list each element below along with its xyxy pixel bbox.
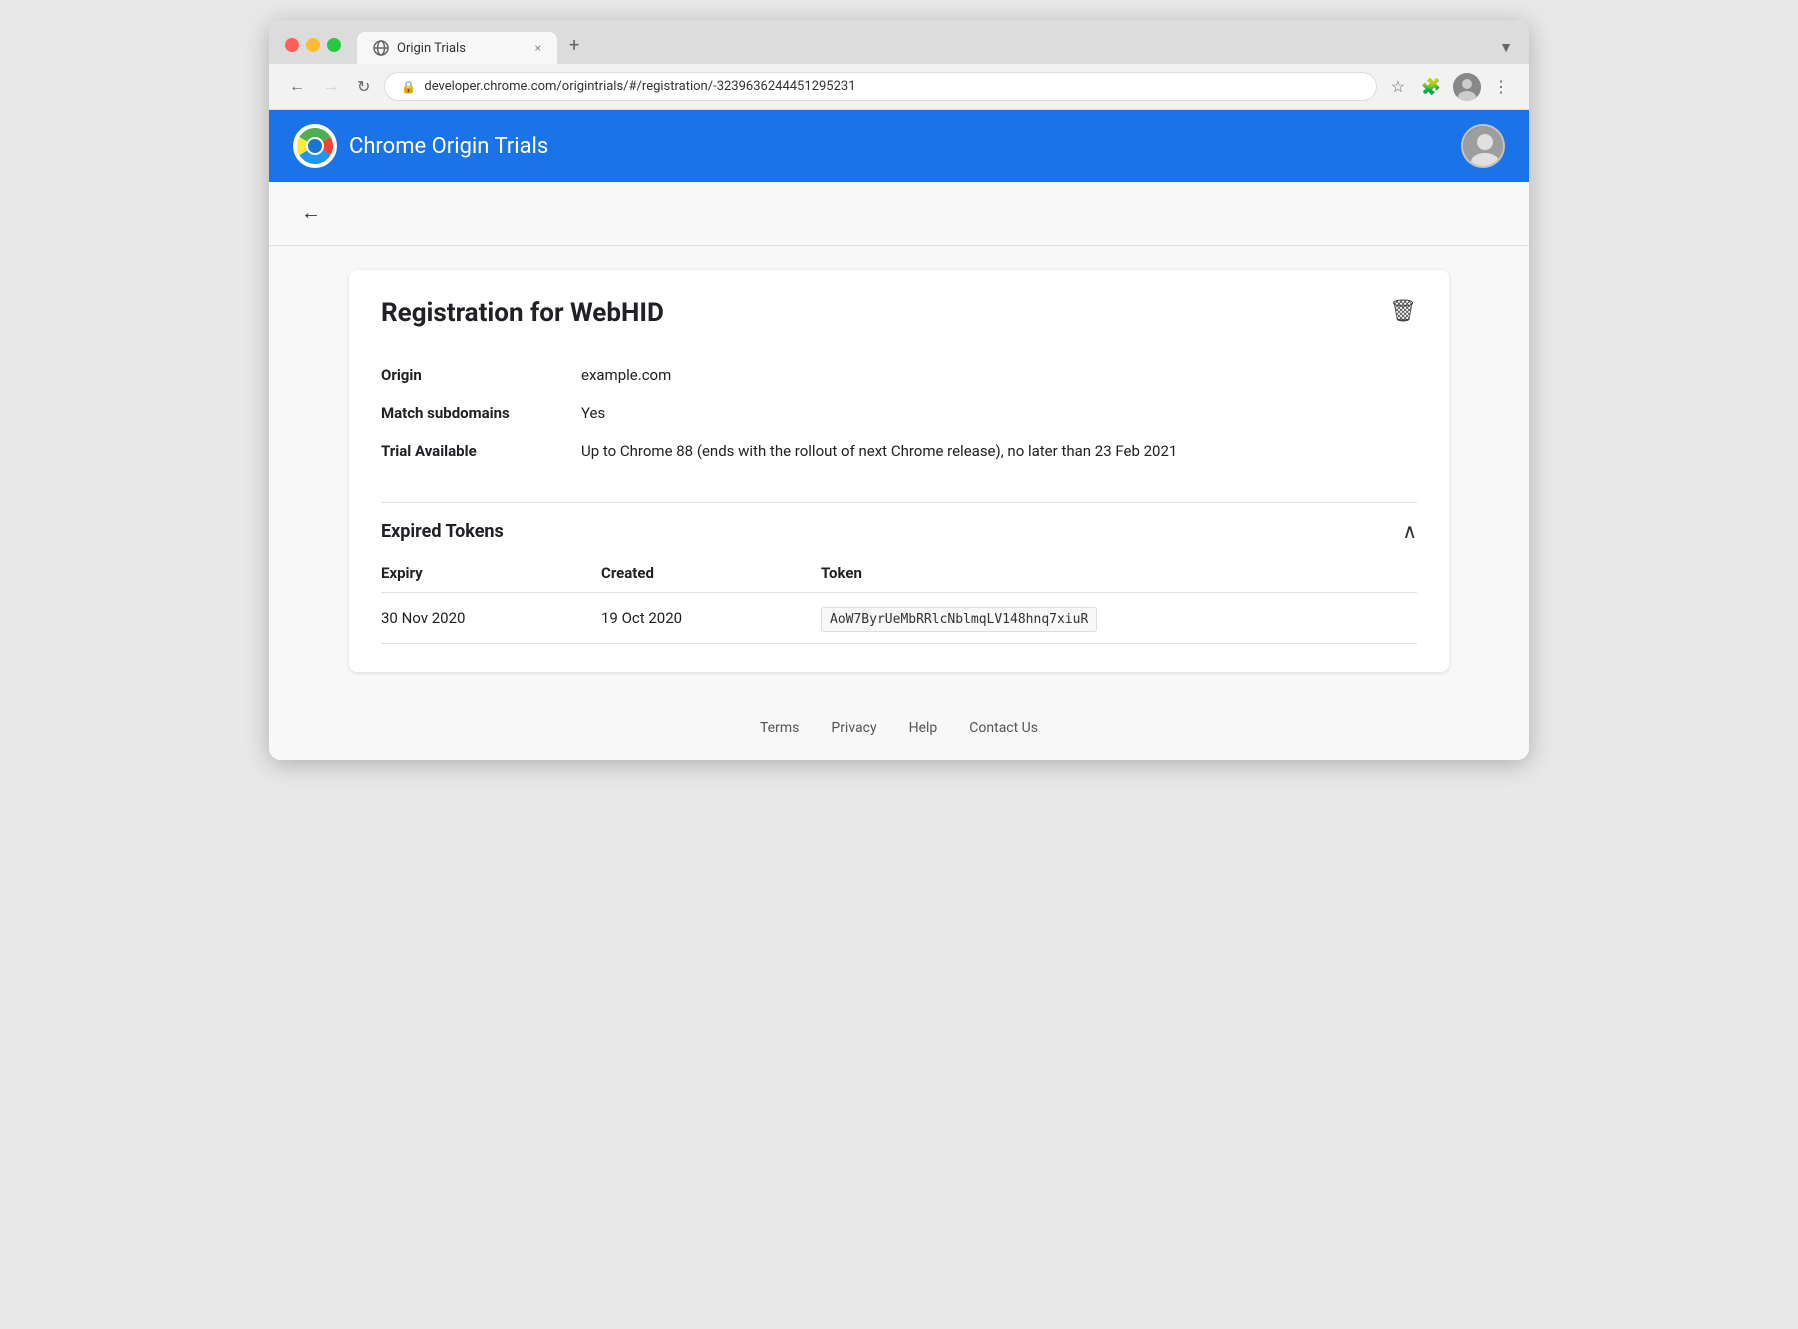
tab-title: Origin Trials bbox=[397, 41, 466, 56]
origin-label: Origin bbox=[381, 366, 581, 384]
tokens-table-header: Expiry Created Token bbox=[381, 564, 1417, 593]
match-subdomains-row: Match subdomains Yes bbox=[381, 394, 1417, 432]
card-header: Registration for WebHID 🗑 bbox=[381, 298, 1417, 328]
tab-globe-icon bbox=[373, 40, 389, 56]
tab-close-button[interactable]: × bbox=[535, 41, 541, 55]
expired-tokens-section-header: Expired Tokens ∧ bbox=[381, 502, 1417, 560]
bookmark-button[interactable]: ☆ bbox=[1387, 73, 1409, 101]
expiry-cell: 30 Nov 2020 bbox=[381, 609, 601, 627]
lock-icon: 🔒 bbox=[401, 80, 416, 94]
user-avatar-header[interactable] bbox=[1461, 124, 1505, 168]
terms-link[interactable]: Terms bbox=[760, 720, 799, 736]
delete-button[interactable]: 🗑 bbox=[1389, 298, 1417, 324]
address-bar: ← → ↻ 🔒 developer.chrome.com/origintrial… bbox=[269, 64, 1529, 110]
created-cell: 19 Oct 2020 bbox=[601, 609, 821, 627]
traffic-lights bbox=[285, 38, 349, 64]
chrome-logo-icon bbox=[293, 124, 337, 168]
reload-button[interactable]: ↻ bbox=[353, 73, 374, 101]
token-value[interactable]: AoW7ByrUeMbRRlcNblmqLV148hnq7xiuR bbox=[821, 607, 1097, 632]
card-title: Registration for WebHID bbox=[381, 298, 664, 328]
chrome-header-title: Chrome Origin Trials bbox=[349, 134, 548, 159]
origin-row: Origin example.com bbox=[381, 356, 1417, 394]
user-avatar-small[interactable] bbox=[1453, 73, 1481, 101]
page-content: ← Registration for WebHID 🗑 Origin examp… bbox=[269, 182, 1529, 760]
info-table: Origin example.com Match subdomains Yes … bbox=[381, 356, 1417, 470]
user-profile-icon bbox=[1463, 126, 1505, 168]
extensions-button[interactable]: 🧩 bbox=[1417, 73, 1445, 101]
browser-window: Origin Trials × + ▼ ← → ↻ 🔒 developer.ch… bbox=[269, 20, 1529, 760]
match-subdomains-label: Match subdomains bbox=[381, 404, 581, 422]
contact-us-link[interactable]: Contact Us bbox=[969, 720, 1038, 736]
new-tab-button[interactable]: + bbox=[565, 35, 579, 64]
address-actions: ☆ 🧩 ⋮ bbox=[1387, 73, 1513, 101]
minimize-traffic-light[interactable] bbox=[306, 38, 320, 52]
address-input[interactable]: 🔒 developer.chrome.com/origintrials/#/re… bbox=[384, 72, 1376, 101]
page-back-button[interactable]: ← bbox=[293, 198, 329, 229]
trial-available-label: Trial Available bbox=[381, 442, 581, 460]
maximize-traffic-light[interactable] bbox=[327, 38, 341, 52]
token-column-header: Token bbox=[821, 564, 1417, 582]
registration-card: Registration for WebHID 🗑 Origin example… bbox=[349, 270, 1449, 672]
trial-available-value: Up to Chrome 88 (ends with the rollout o… bbox=[581, 442, 1417, 460]
collapse-tokens-button[interactable]: ∧ bbox=[1402, 519, 1417, 544]
tab-dropdown-button[interactable]: ▼ bbox=[1499, 39, 1513, 64]
privacy-link[interactable]: Privacy bbox=[831, 720, 876, 736]
page-footer: Terms Privacy Help Contact Us bbox=[269, 696, 1529, 760]
expiry-column-header: Expiry bbox=[381, 564, 601, 582]
url-text: developer.chrome.com/origintrials/#/regi… bbox=[424, 79, 855, 94]
forward-nav-button[interactable]: → bbox=[319, 74, 343, 100]
match-subdomains-value: Yes bbox=[581, 404, 1417, 422]
chrome-logo-area: Chrome Origin Trials bbox=[293, 124, 548, 168]
tokens-table: Expiry Created Token 30 Nov 2020 19 Oct … bbox=[381, 564, 1417, 644]
chrome-header: Chrome Origin Trials bbox=[269, 110, 1529, 182]
table-row: 30 Nov 2020 19 Oct 2020 AoW7ByrUeMbRRlcN… bbox=[381, 593, 1417, 644]
back-nav: ← bbox=[269, 182, 1529, 246]
browser-tab[interactable]: Origin Trials × bbox=[357, 32, 557, 64]
created-column-header: Created bbox=[601, 564, 821, 582]
back-nav-button[interactable]: ← bbox=[285, 74, 309, 100]
trial-available-row: Trial Available Up to Chrome 88 (ends wi… bbox=[381, 432, 1417, 470]
trash-icon: 🗑 bbox=[1389, 298, 1417, 323]
title-bar: Origin Trials × + ▼ bbox=[269, 20, 1529, 64]
profile-icon bbox=[1453, 73, 1481, 101]
menu-button[interactable]: ⋮ bbox=[1489, 73, 1513, 101]
expired-tokens-title: Expired Tokens bbox=[381, 521, 504, 542]
main-content: Registration for WebHID 🗑 Origin example… bbox=[269, 246, 1529, 696]
close-traffic-light[interactable] bbox=[285, 38, 299, 52]
help-link[interactable]: Help bbox=[909, 720, 938, 736]
token-cell: AoW7ByrUeMbRRlcNblmqLV148hnq7xiuR bbox=[821, 609, 1417, 627]
origin-value: example.com bbox=[581, 366, 1417, 384]
